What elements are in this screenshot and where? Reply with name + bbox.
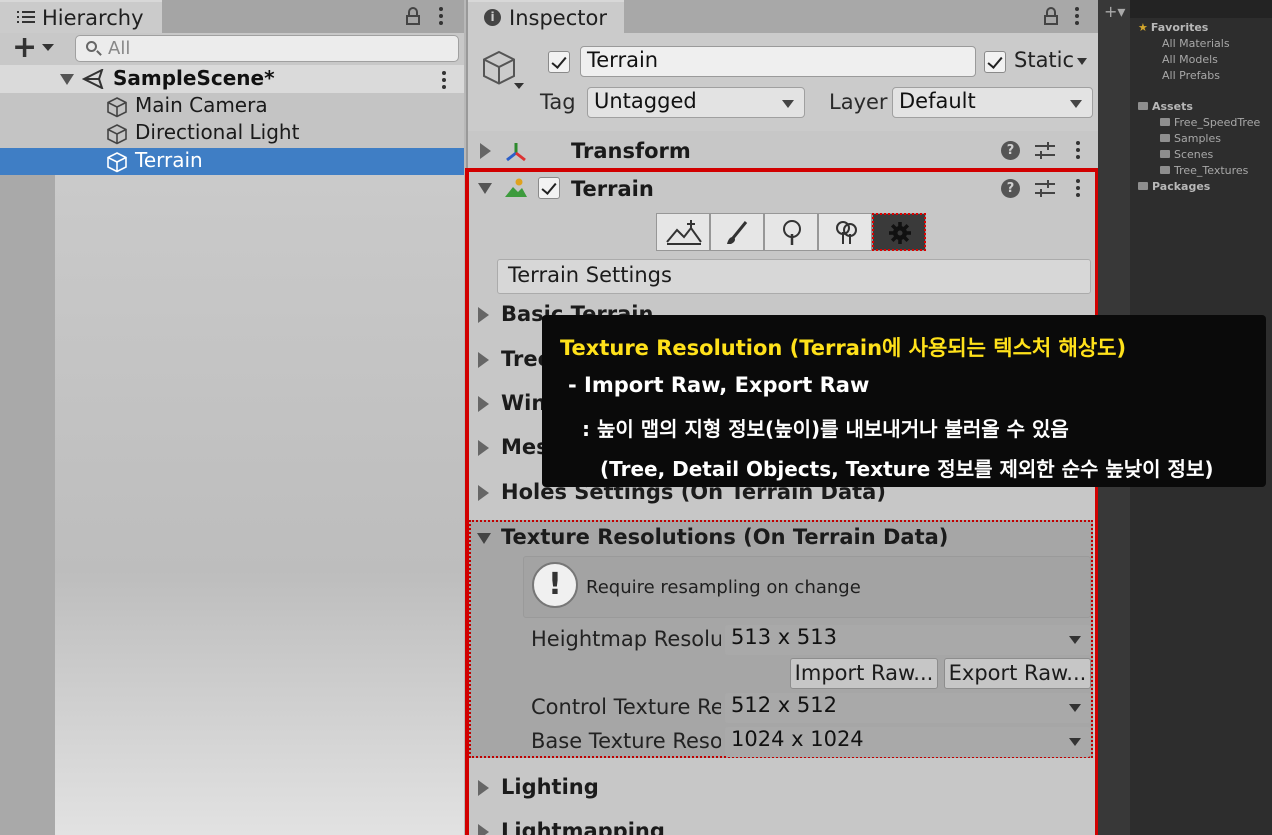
- assets-header[interactable]: Assets: [1138, 100, 1193, 113]
- tab-inspector[interactable]: i Inspector: [468, 0, 624, 33]
- hierarchy-tabbar: Hierarchy: [0, 0, 464, 33]
- hierarchy-item-label: Directional Light: [135, 120, 300, 144]
- scene-name: SampleScene*: [113, 66, 275, 90]
- object-name-input[interactable]: Terrain: [580, 46, 976, 77]
- layer-label: Layer: [829, 90, 888, 114]
- active-checkbox[interactable]: [548, 51, 570, 73]
- static-dropdown-caret-icon[interactable]: [1077, 58, 1087, 65]
- folder-samples[interactable]: Samples: [1160, 132, 1221, 145]
- hierarchy-item-label: Main Camera: [135, 93, 268, 117]
- project-add-icon[interactable]: +▾: [1104, 2, 1125, 21]
- hierarchy-tab-title: Hierarchy: [42, 6, 144, 30]
- static-checkbox[interactable]: [984, 51, 1006, 73]
- layer-value: Default: [899, 89, 976, 113]
- annotation-tooltip: Texture Resolution (Terrain에 사용되는 텍스처 해상…: [542, 315, 1266, 487]
- transform-axes-icon: [506, 143, 526, 162]
- hierarchy-search-input[interactable]: All: [75, 35, 459, 62]
- gameobject-cube-icon: [107, 97, 127, 118]
- help-icon[interactable]: ?: [1001, 141, 1020, 160]
- info-icon: i: [484, 9, 501, 26]
- tooltip-line-1: - Import Raw, Export Raw: [568, 373, 870, 397]
- packages-header[interactable]: Packages: [1138, 180, 1210, 193]
- search-icon: [86, 41, 97, 52]
- layer-dropdown[interactable]: Default: [892, 87, 1093, 118]
- unity-scene-icon: [82, 69, 104, 89]
- gameobject-cube-icon: [107, 152, 127, 173]
- tag-dropdown[interactable]: Untagged: [587, 87, 805, 118]
- tooltip-title: Texture Resolution (Terrain에 사용되는 텍스처 해상…: [560, 336, 1127, 360]
- folder-tree-textures[interactable]: Tree_Textures: [1160, 164, 1248, 177]
- gameobject-cube-icon: [483, 50, 515, 85]
- tooltip-line-3: (Tree, Detail Objects, Texture 정보를 제외한 순…: [600, 457, 1214, 481]
- expand-icon[interactable]: [480, 143, 491, 159]
- tab-hierarchy[interactable]: Hierarchy: [0, 0, 162, 33]
- favorite-all-models[interactable]: All Models: [1162, 53, 1218, 66]
- presets-icon[interactable]: [1035, 142, 1055, 160]
- hierarchy-item-terrain[interactable]: Terrain: [0, 148, 464, 175]
- transform-component-header[interactable]: Transform ?: [468, 133, 1100, 169]
- tag-value: Untagged: [594, 89, 697, 113]
- hierarchy-gutter: [0, 175, 55, 835]
- add-object-button[interactable]: +: [12, 33, 37, 63]
- chevron-down-icon: [1070, 100, 1082, 108]
- hierarchy-list-icon: [17, 11, 35, 25]
- lock-icon[interactable]: [1044, 7, 1058, 25]
- inspector-tab-title: Inspector: [509, 6, 607, 30]
- hierarchy-empty-area: [55, 175, 464, 835]
- hierarchy-panel: Hierarchy + All SampleScene* Main Camera: [0, 0, 464, 835]
- scene-options-icon[interactable]: [441, 71, 447, 91]
- static-label: Static: [1014, 48, 1075, 72]
- collapse-scene-icon[interactable]: [60, 74, 74, 85]
- favorites-header[interactable]: ★ Favorites: [1138, 21, 1208, 34]
- folder-scenes[interactable]: Scenes: [1160, 148, 1213, 161]
- scene-row[interactable]: SampleScene*: [0, 65, 464, 93]
- add-dropdown-caret-icon[interactable]: [42, 44, 54, 51]
- more-options-icon[interactable]: [438, 7, 444, 27]
- gameobject-header: Terrain Static Tag Untagged Layer Defaul…: [468, 33, 1100, 131]
- inspector-tabbar: i Inspector: [468, 0, 1100, 33]
- folder-free-speedtree[interactable]: Free_SpeedTree: [1160, 116, 1260, 129]
- component-options-icon[interactable]: [1075, 141, 1081, 161]
- terrain-component-highlight: [465, 168, 1099, 835]
- hierarchy-item-directional-light[interactable]: Directional Light: [0, 120, 464, 147]
- hierarchy-item-label: Terrain: [135, 148, 203, 172]
- gameobject-cube-icon: [107, 124, 127, 145]
- lock-icon[interactable]: [406, 7, 420, 25]
- favorite-all-prefabs[interactable]: All Prefabs: [1162, 69, 1220, 82]
- tooltip-line-2: : 높이 맵의 지형 정보(높이)를 내보내거나 불러올 수 있음: [582, 417, 1069, 441]
- tag-label: Tag: [540, 90, 576, 114]
- search-placeholder: All: [108, 38, 131, 59]
- chevron-down-icon: [782, 100, 794, 108]
- project-toolbar: [1130, 0, 1272, 18]
- more-options-icon[interactable]: [1074, 7, 1080, 27]
- icon-picker-caret-icon[interactable]: [514, 83, 524, 89]
- favorite-all-materials[interactable]: All Materials: [1162, 37, 1230, 50]
- hierarchy-item-main-camera[interactable]: Main Camera: [0, 93, 464, 120]
- transform-title: Transform: [571, 139, 691, 163]
